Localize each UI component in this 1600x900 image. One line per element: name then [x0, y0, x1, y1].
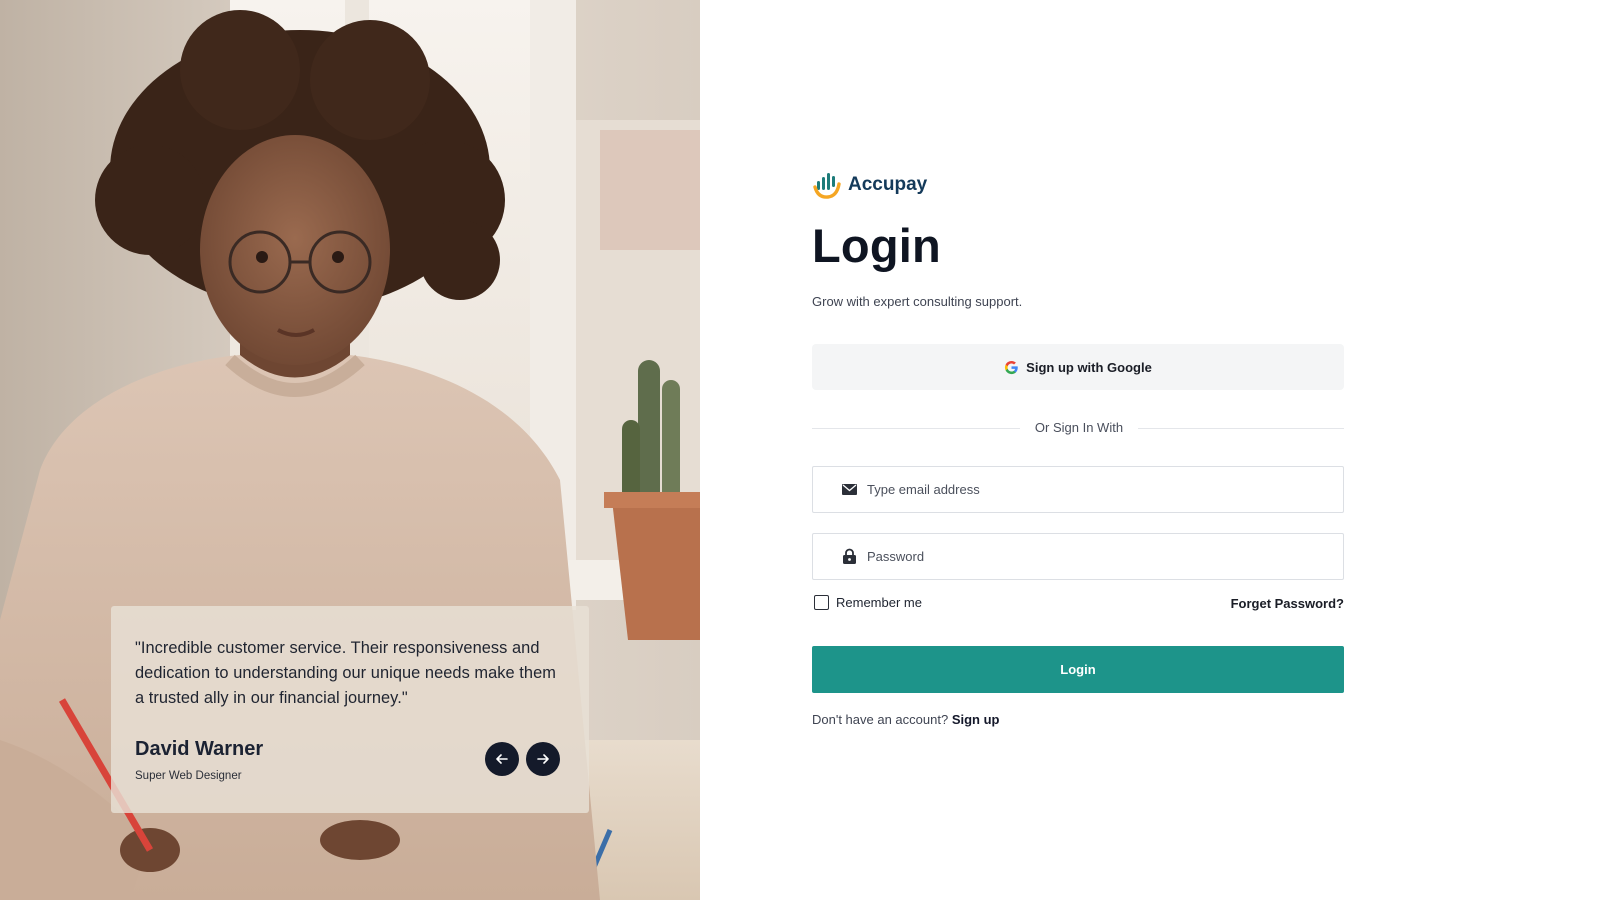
google-g-icon	[1005, 360, 1018, 374]
google-signup-button[interactable]: Sign up with Google	[812, 344, 1344, 390]
testimonial-card: "Incredible customer service. Their resp…	[111, 606, 589, 813]
login-button[interactable]: Login	[812, 646, 1344, 693]
signup-prompt-text: Don't have an account?	[812, 712, 949, 727]
remember-checkbox[interactable]	[814, 595, 829, 610]
testimonial-next-button[interactable]	[526, 742, 560, 776]
email-input[interactable]	[867, 482, 1327, 497]
email-field[interactable]	[812, 466, 1344, 513]
or-divider: Or Sign In With	[812, 420, 1344, 436]
password-field[interactable]	[812, 533, 1344, 580]
signup-prompt: Don't have an account? Sign up	[812, 712, 1000, 727]
envelope-icon	[842, 484, 857, 495]
google-signup-label: Sign up with Google	[1026, 359, 1152, 375]
hero-panel: "Incredible customer service. Their resp…	[0, 0, 700, 900]
page-subtitle: Grow with expert consulting support.	[812, 294, 1023, 309]
testimonial-author: David Warner	[135, 738, 264, 760]
brand-name: Accupay	[848, 174, 928, 195]
accupay-logo-icon	[813, 173, 841, 199]
testimonial-quote: "Incredible customer service. Their resp…	[135, 639, 556, 707]
page-title: Login	[812, 219, 941, 272]
remember-label: Remember me	[836, 595, 922, 610]
login-panel: Accupay Login Grow with expert consultin…	[812, 0, 1344, 900]
divider-label: Or Sign In With	[1034, 420, 1124, 435]
lock-icon	[843, 548, 856, 564]
testimonial-prev-button[interactable]	[485, 742, 519, 776]
divider-line-right	[1138, 428, 1344, 429]
testimonial-role: Super Web Designer	[135, 770, 242, 782]
divider-line-left	[812, 428, 1020, 429]
arrow-left-icon	[496, 754, 508, 764]
brand: Accupay	[812, 170, 927, 200]
password-input[interactable]	[867, 549, 1327, 564]
forgot-password-link[interactable]: Forget Password?	[1231, 596, 1344, 611]
signup-link[interactable]: Sign up	[952, 712, 1000, 727]
arrow-right-icon	[537, 754, 549, 764]
remember-me[interactable]: Remember me	[814, 595, 922, 610]
